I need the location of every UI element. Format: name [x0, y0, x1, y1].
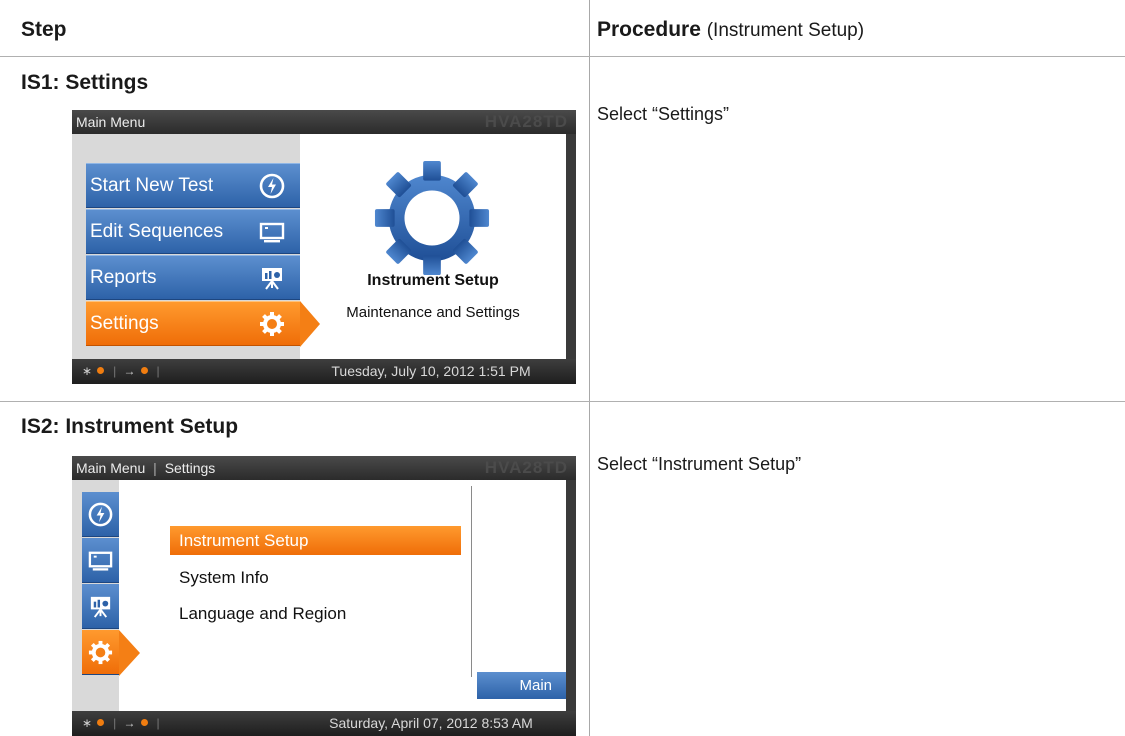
lightning-icon	[259, 173, 285, 199]
device-screen-settings: Main Menu | Settings HVA28TD Instrument …	[72, 456, 576, 736]
status-bar: ∗ | → | Tuesday, July 10, 2012 1:51 PM	[72, 359, 576, 384]
status-dot	[97, 367, 105, 374]
step-column-header: Step	[21, 18, 67, 41]
status-icons: ∗ | → |	[82, 364, 160, 378]
step-title-is2: IS2: Instrument Setup	[21, 415, 239, 438]
panel-divider	[471, 486, 472, 677]
title-bar: Main Menu | Settings HVA28TD	[72, 456, 576, 480]
reports-button[interactable]: Reports	[86, 255, 300, 300]
breadcrumb: Main Menu	[76, 114, 146, 130]
breadcrumb-separator: |	[153, 460, 157, 476]
breadcrumb-root[interactable]: Main Menu	[76, 460, 145, 476]
step-title-is1: IS1: Settings	[21, 71, 149, 94]
device-screen-main-menu: Main Menu HVA28TD Start New Test Edit Se…	[72, 110, 576, 384]
start-new-test-button[interactable]: Start New Test	[86, 163, 300, 208]
sidebar-settings-button[interactable]	[82, 630, 119, 675]
option-instrument-setup[interactable]: Instrument Setup	[170, 526, 461, 555]
menu-label: Settings	[90, 313, 159, 334]
procedure-column-header: Procedure (Instrument Setup)	[597, 18, 865, 41]
selection-arrow	[119, 630, 140, 676]
panel-title: Instrument Setup	[367, 272, 499, 289]
large-gear-icon	[374, 160, 490, 276]
menu-label: Start New Test	[90, 175, 214, 196]
row-divider	[0, 401, 1125, 402]
gear-icon	[260, 312, 284, 336]
status-dot	[97, 719, 105, 726]
panel-subtitle: Maintenance and Settings	[346, 304, 520, 321]
option-language-and-region[interactable]: Language and Region	[170, 599, 461, 628]
sidebar-start-new-test-button[interactable]	[82, 492, 119, 537]
title-bar: Main Menu HVA28TD	[72, 110, 576, 134]
lightning-icon	[88, 502, 113, 527]
selection-arrow	[300, 301, 320, 347]
header-rule	[0, 56, 1125, 57]
main-button[interactable]: Main	[477, 672, 566, 699]
bluetooth-icon: ∗	[82, 716, 93, 730]
procedure-text-is2: Select “Instrument Setup”	[597, 454, 802, 474]
edit-sequences-button[interactable]: Edit Sequences	[86, 209, 300, 254]
status-datetime: Saturday, April 07, 2012 8:53 AM	[329, 715, 533, 731]
menu-label: Reports	[90, 267, 157, 288]
chart-easel-icon	[90, 596, 111, 618]
sidebar-reports-button[interactable]	[82, 584, 119, 629]
status-datetime: Tuesday, July 10, 2012 1:51 PM	[331, 363, 531, 379]
sidebar-edit-sequences-button[interactable]	[82, 538, 119, 583]
status-icons: ∗ | → |	[82, 716, 160, 730]
status-bar: ∗ | → | Saturday, April 07, 2012 8:53 AM	[72, 711, 576, 736]
menu-label: Edit Sequences	[90, 221, 224, 242]
bluetooth-icon: ∗	[82, 364, 93, 378]
brand-label: HVA28TD	[484, 112, 568, 131]
column-divider	[589, 0, 590, 736]
status-dot	[140, 367, 148, 374]
usb-icon: →	[123, 364, 136, 378]
gear-icon	[88, 640, 113, 665]
option-system-info[interactable]: System Info	[170, 563, 461, 592]
brand-label: HVA28TD	[484, 458, 568, 477]
monitor-icon	[88, 551, 113, 571]
status-dot	[140, 719, 148, 726]
usb-icon: →	[123, 716, 136, 730]
settings-button[interactable]: Settings	[86, 301, 300, 346]
monitor-icon	[259, 222, 285, 243]
breadcrumb-current: Settings	[164, 460, 216, 476]
screen-frame	[566, 134, 576, 359]
procedure-text-is1: Select “Settings”	[597, 104, 730, 124]
chart-easel-icon	[262, 268, 282, 290]
screen-frame	[566, 480, 576, 712]
